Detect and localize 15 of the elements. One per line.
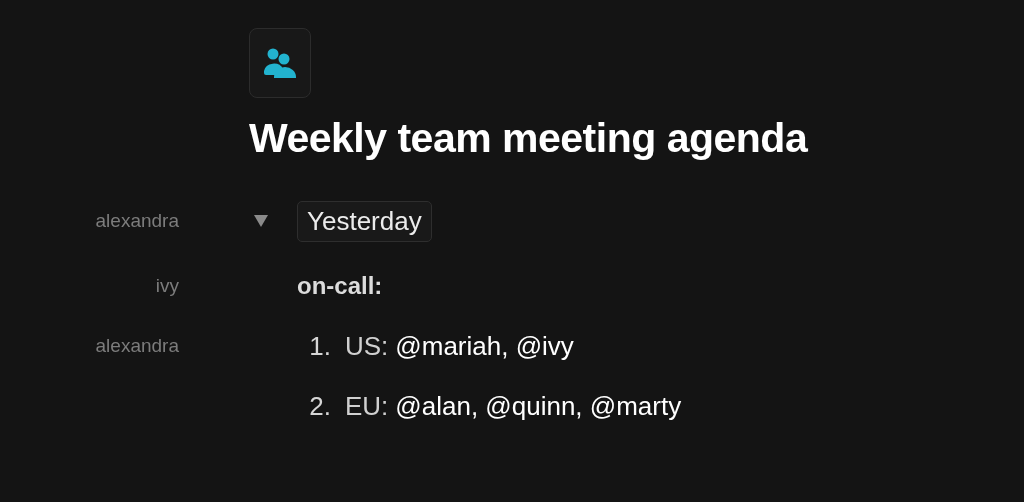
mentions-text: @mariah, @ivy <box>395 330 574 362</box>
list-number: 2. <box>308 390 331 422</box>
page-title: Weekly team meeting agenda <box>249 114 809 163</box>
section-heading: on-call: <box>297 272 383 301</box>
page-icon-tile[interactable] <box>249 28 311 98</box>
people-icon <box>263 47 297 79</box>
author-label: ivy <box>155 275 179 297</box>
toggle-triangle-icon[interactable] <box>253 214 269 229</box>
list-number: 1. <box>308 330 331 362</box>
list-label: US: <box>345 330 389 362</box>
author-label: alexandra <box>95 210 179 232</box>
mentions-text: @alan, @quinn, @marty <box>395 390 682 422</box>
toggle-heading[interactable]: Yesterday <box>297 200 432 242</box>
list-label: EU: <box>345 390 389 422</box>
author-label: alexandra <box>95 335 179 357</box>
